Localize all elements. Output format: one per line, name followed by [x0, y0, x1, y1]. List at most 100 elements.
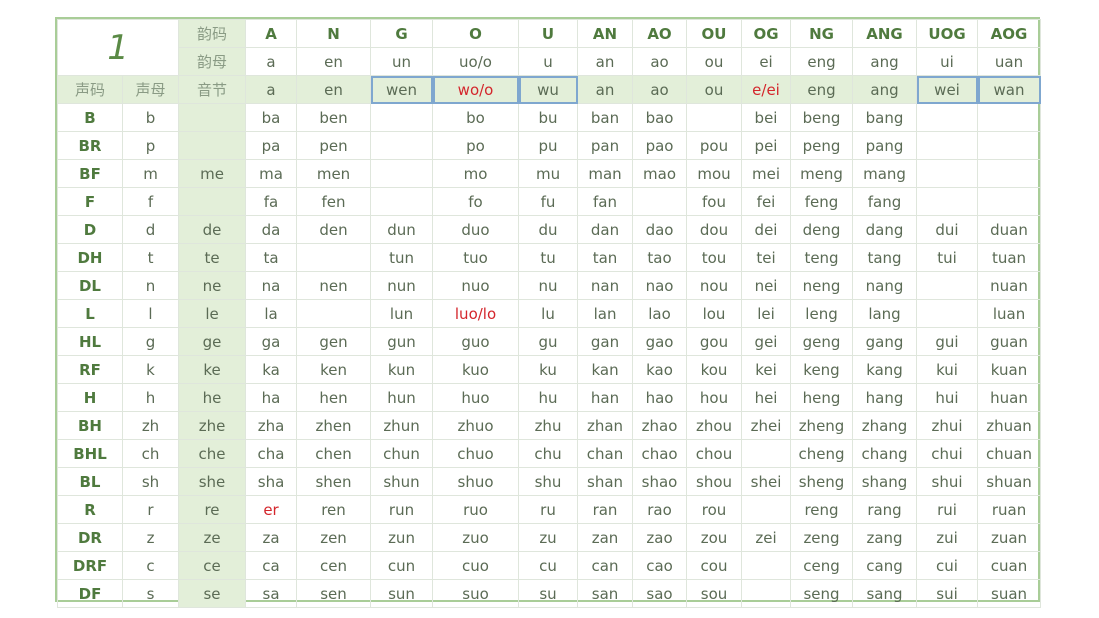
syllable-cell: pen — [296, 131, 372, 160]
syllable-cell: er — [245, 495, 298, 524]
row-initial-code: DR — [57, 523, 123, 552]
syllable-cell: shun — [370, 467, 434, 496]
syllable-cell: tun — [370, 243, 434, 272]
table-row: Bb ba ben bo bu ban bao bei beng bang — [57, 103, 1042, 132]
row-standalone-syllable: re — [178, 495, 247, 524]
syllable-cell: zuan — [977, 523, 1042, 552]
row-initial: b — [121, 103, 180, 132]
syllable-cell: du — [518, 215, 579, 244]
row-initial-code: BR — [57, 131, 123, 160]
column-zero-initial-syllable[interactable]: ao — [632, 75, 688, 104]
syllable-cell: gu — [518, 327, 579, 356]
syllable-cell: zhuan — [977, 411, 1042, 440]
column-final: un — [370, 47, 434, 76]
syllable-cell: gen — [296, 327, 372, 356]
row-initial-code: BHL — [57, 439, 123, 468]
syllable-cell: sao — [632, 579, 688, 608]
column-code: O — [432, 19, 520, 48]
syllable-cell: zhuo — [432, 411, 520, 440]
syllable-cell: zhou — [686, 411, 743, 440]
syllable-cell: zhui — [916, 411, 979, 440]
syllable-cell — [632, 187, 688, 216]
syllable-cell: gei — [741, 327, 792, 356]
column-zero-initial-syllable[interactable]: wu — [518, 75, 579, 104]
column-final: a — [245, 47, 298, 76]
syllable-cell: chuan — [977, 439, 1042, 468]
syllable-cell: cuo — [432, 551, 520, 580]
column-zero-initial-syllable[interactable]: ang — [852, 75, 918, 104]
syllable-cell: chui — [916, 439, 979, 468]
syllable-cell: chu — [518, 439, 579, 468]
syllable-cell: zeng — [790, 523, 854, 552]
syllable-cell: tang — [852, 243, 918, 272]
syllable-cell: hang — [852, 383, 918, 412]
column-final: ui — [916, 47, 979, 76]
syllable-cell: dan — [577, 215, 634, 244]
column-zero-initial-syllable[interactable]: e/ei — [741, 75, 792, 104]
syllable-cell: nu — [518, 271, 579, 300]
table-row: BL sh she sha shen shun shuo shu shan shao shou she… — [57, 467, 1042, 496]
syllable-cell: tuo — [432, 243, 520, 272]
syllable-cell: lan — [577, 299, 634, 328]
syllable-cell: bei — [741, 103, 792, 132]
column-zero-initial-syllable[interactable]: wan — [977, 75, 1042, 104]
syllable-cell: zhan — [577, 411, 634, 440]
syllable-cell: kuan — [977, 355, 1042, 384]
column-zero-initial-syllable[interactable]: wo/o — [432, 75, 520, 104]
syllable-cell: hui — [916, 383, 979, 412]
row-standalone-syllable: he — [178, 383, 247, 412]
syllable-cell: nou — [686, 271, 743, 300]
shengmu-label: 声母 — [121, 75, 180, 104]
syllable-cell — [916, 299, 979, 328]
row-standalone-syllable: che — [178, 439, 247, 468]
table-row: DRF c ce ca cen cun cuo cu can cao cou ceng cang cui c… — [57, 551, 1042, 580]
column-zero-initial-syllable[interactable]: an — [577, 75, 634, 104]
table-row: DH t te ta tun tuo tu tan tao tou tei teng tang tui tu… — [57, 243, 1042, 272]
column-zero-initial-syllable[interactable]: ou — [686, 75, 743, 104]
column-final: u — [518, 47, 579, 76]
syllable-cell: sun — [370, 579, 434, 608]
table-row: Hh he ha hen hun huo hu han hao hou hei heng hang hui… — [57, 383, 1042, 412]
syllable-cell: la — [245, 299, 298, 328]
syllable-cell: pang — [852, 131, 918, 160]
syllable-cell: seng — [790, 579, 854, 608]
column-zero-initial-syllable[interactable]: eng — [790, 75, 854, 104]
column-zero-initial-syllable[interactable]: wen — [370, 75, 434, 104]
syllable-cell: zhen — [296, 411, 372, 440]
syllable-cell: kou — [686, 355, 743, 384]
column-zero-initial-syllable[interactable]: wei — [916, 75, 979, 104]
row-initial: ch — [121, 439, 180, 468]
row-initial: t — [121, 243, 180, 272]
syllable-cell: rao — [632, 495, 688, 524]
syllable-cell: fen — [296, 187, 372, 216]
row-initial-code: BF — [57, 159, 123, 188]
column-code: OU — [686, 19, 743, 48]
syllable-cell: fou — [686, 187, 743, 216]
column-zero-initial-syllable[interactable]: en — [296, 75, 372, 104]
syllable-cell: cou — [686, 551, 743, 580]
syllable-cell: cen — [296, 551, 372, 580]
syllable-cell — [686, 103, 743, 132]
row-standalone-syllable: she — [178, 467, 247, 496]
syllable-cell — [977, 159, 1042, 188]
syllable-cell: ruan — [977, 495, 1042, 524]
row-initial: h — [121, 383, 180, 412]
row-standalone-syllable: te — [178, 243, 247, 272]
column-code: N — [296, 19, 372, 48]
row-initial-code: R — [57, 495, 123, 524]
column-code: ANG — [852, 19, 918, 48]
syllable-cell: nen — [296, 271, 372, 300]
column-zero-initial-syllable[interactable]: a — [245, 75, 298, 104]
column-final: ao — [632, 47, 688, 76]
syllable-cell: chen — [296, 439, 372, 468]
syllable-cell: run — [370, 495, 434, 524]
syllable-cell: bang — [852, 103, 918, 132]
syllable-cell: guan — [977, 327, 1042, 356]
row-initial: n — [121, 271, 180, 300]
syllable-cell: rui — [916, 495, 979, 524]
syllable-cell: bao — [632, 103, 688, 132]
syllable-cell: zhei — [741, 411, 792, 440]
syllable-cell: cun — [370, 551, 434, 580]
header-row-codes: 1 韵码 A N G O U AN AO OU OG NG ANG UOG AOG — [56, 19, 1042, 76]
column-code: AO — [632, 19, 688, 48]
